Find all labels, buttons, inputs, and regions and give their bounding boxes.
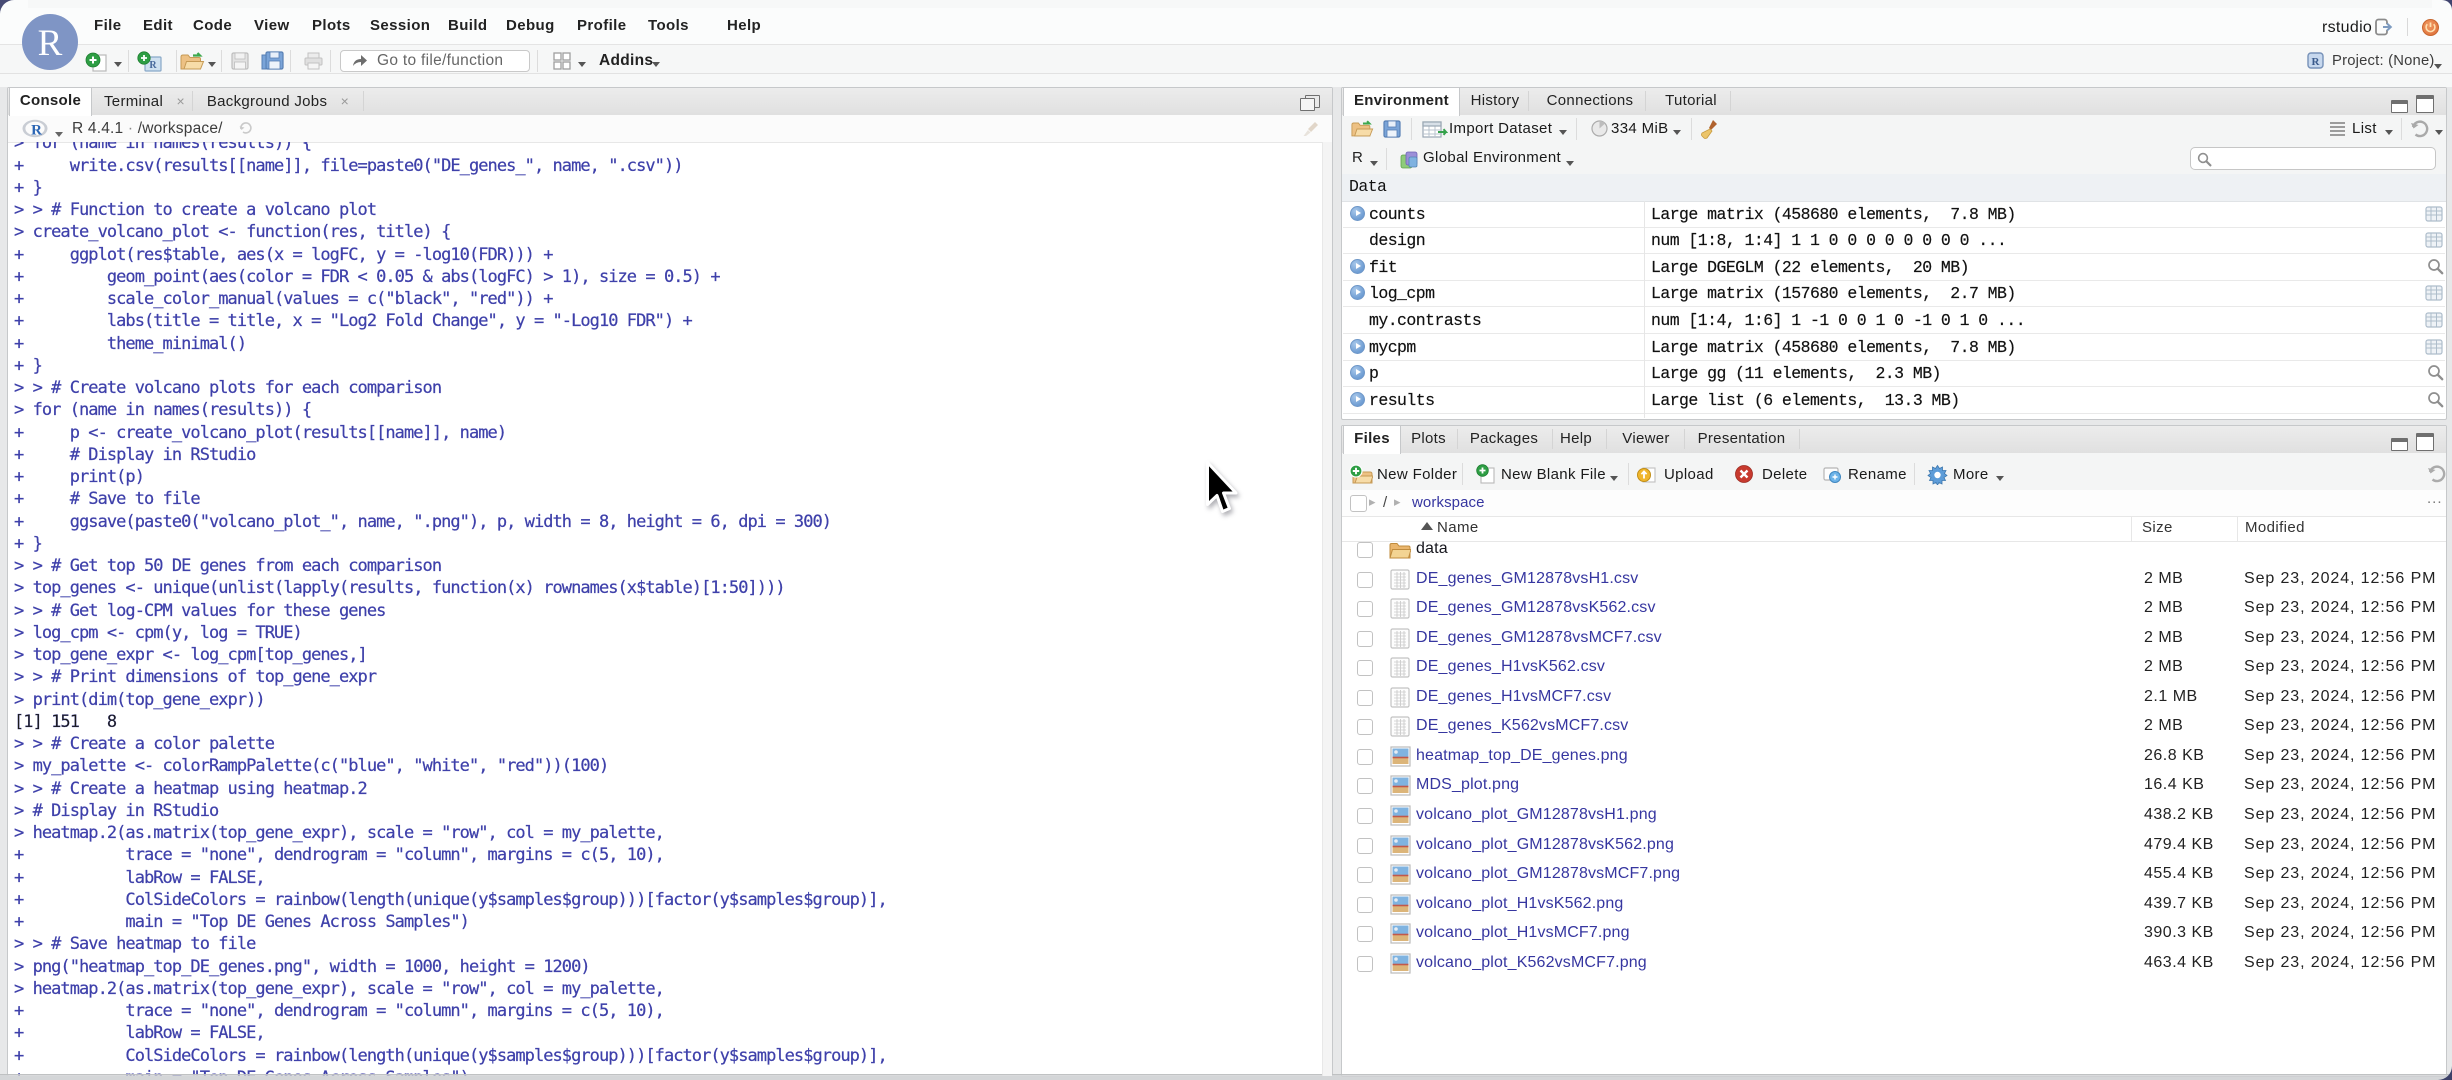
svg-text:R: R xyxy=(149,60,157,71)
svg-text:R: R xyxy=(31,123,42,139)
svg-text:R: R xyxy=(2312,56,2321,68)
